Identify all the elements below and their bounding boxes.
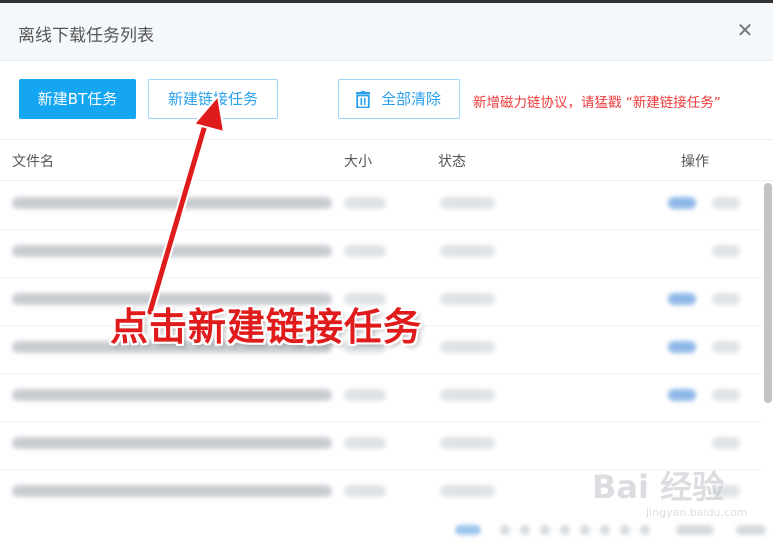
size-cell (344, 389, 386, 401)
status-cell (440, 389, 495, 401)
open-action[interactable] (668, 341, 696, 353)
open-action[interactable] (668, 293, 696, 305)
page-button[interactable] (455, 525, 481, 535)
trash-icon (356, 91, 370, 108)
page-button[interactable] (520, 525, 530, 535)
delete-action[interactable] (712, 389, 740, 401)
delete-action[interactable] (712, 245, 740, 257)
table-row[interactable] (0, 181, 762, 230)
watermark-main: Bai 经验 (592, 468, 725, 506)
status-cell (440, 293, 495, 305)
page-button[interactable] (580, 525, 590, 535)
watermark-sub: jingyan.baidu.com (646, 506, 748, 519)
column-status: 状态 (438, 154, 466, 170)
status-cell (440, 197, 495, 209)
page-button[interactable] (560, 525, 570, 535)
page-button[interactable] (540, 525, 550, 535)
size-cell (344, 437, 386, 449)
toolbar: 新建BT任务 新建链接任务 全部清除 新增磁力链协议，请猛戳 “新建链接任务” (0, 63, 773, 140)
filename-cell (12, 437, 332, 449)
column-filename: 文件名 (12, 154, 54, 170)
column-actions: 操作 (681, 154, 709, 170)
delete-action[interactable] (712, 341, 740, 353)
delete-action[interactable] (712, 437, 740, 449)
size-cell (344, 485, 386, 497)
close-icon[interactable]: ✕ (735, 20, 755, 40)
scrollbar[interactable] (764, 183, 772, 403)
annotation-text: 点击新建链接任务 (110, 305, 423, 349)
status-cell (440, 245, 495, 257)
status-cell (440, 341, 495, 353)
filename-cell (12, 485, 332, 497)
filename-cell (12, 197, 332, 209)
page-button[interactable] (620, 525, 630, 535)
clear-all-button[interactable]: 全部清除 (338, 79, 460, 119)
page-button[interactable] (600, 525, 610, 535)
table-header: 文件名 大小 状态 操作 (0, 140, 773, 181)
new-link-task-button[interactable]: 新建链接任务 (148, 79, 278, 119)
dialog-header: 离线下载任务列表 ✕ (0, 3, 773, 61)
dialog-title: 离线下载任务列表 (18, 26, 154, 46)
filename-cell (12, 389, 332, 401)
clear-all-label: 全部清除 (381, 90, 442, 108)
magnet-link-hint: 新增磁力链协议，请猛戳 “新建链接任务” (473, 95, 721, 111)
size-cell (344, 245, 386, 257)
open-action[interactable] (668, 389, 696, 401)
column-size: 大小 (344, 154, 372, 170)
open-action[interactable] (668, 197, 696, 209)
status-cell (440, 485, 495, 497)
delete-action[interactable] (712, 293, 740, 305)
filename-cell (12, 245, 332, 257)
page-button[interactable] (676, 525, 714, 535)
table-row[interactable] (0, 373, 762, 422)
page-button[interactable] (640, 525, 650, 535)
new-bt-task-button[interactable]: 新建BT任务 (19, 79, 136, 119)
page-button[interactable] (500, 525, 510, 535)
status-cell (440, 437, 495, 449)
baidu-watermark: Bai 经验 jingyan.baidu.com (588, 458, 768, 524)
size-cell (344, 197, 386, 209)
table-row[interactable] (0, 229, 762, 278)
delete-action[interactable] (712, 197, 740, 209)
page-button[interactable] (736, 525, 766, 535)
